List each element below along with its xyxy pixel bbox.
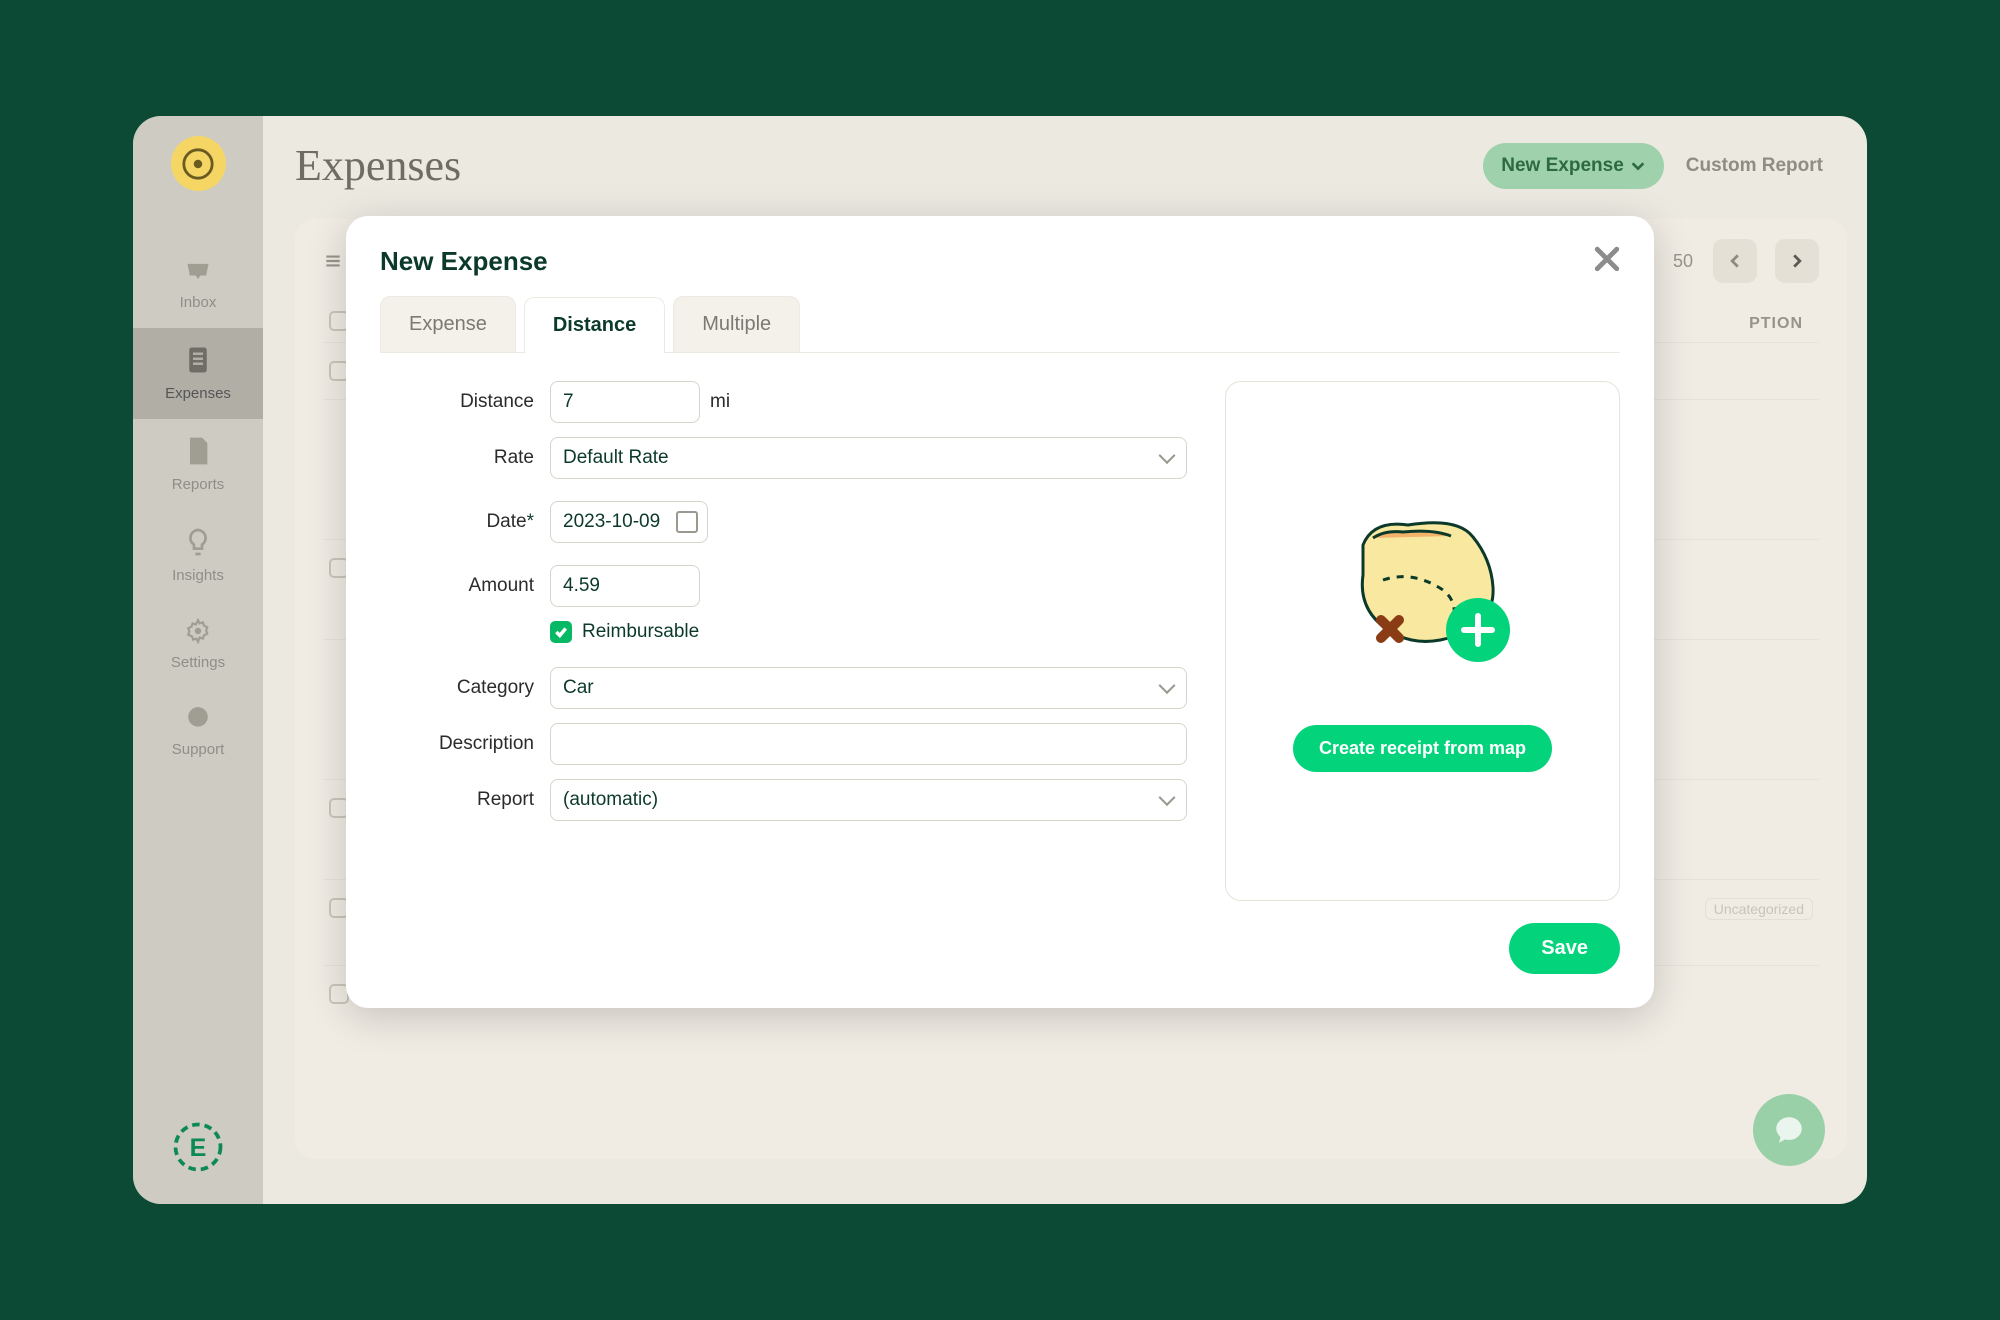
date-label: Date* [380,511,550,533]
amount-input[interactable] [550,565,700,607]
rate-label: Rate [380,447,550,469]
new-expense-modal: New Expense Expense Distance Multiple Di… [346,216,1654,1008]
date-input[interactable] [550,501,708,543]
tab-expense[interactable]: Expense [380,296,516,352]
create-receipt-from-map-button[interactable]: Create receipt from map [1293,725,1552,772]
date-row: Date* [380,501,1187,543]
distance-input[interactable] [550,381,700,423]
reimbursable-checkbox[interactable] [550,621,572,643]
modal-title: New Expense [380,246,548,277]
description-label: Description [380,733,550,755]
app-frame: Inbox Expenses Reports Insights Settings… [133,116,1867,1204]
map-illustration [1333,510,1513,685]
description-row: Description [380,723,1187,765]
form-column: Distance mi Rate Date* [380,381,1187,901]
modal-body: Distance mi Rate Date* [380,381,1620,901]
reimbursable-row: Reimbursable [550,621,1187,643]
category-label: Category [380,677,550,699]
modal-footer: Save [380,923,1620,974]
check-icon [554,625,568,639]
modal-tabs: Expense Distance Multiple [380,296,1620,353]
modal-backdrop: New Expense Expense Distance Multiple Di… [133,116,1867,1204]
report-select[interactable] [550,779,1187,821]
modal-header: New Expense [380,244,1620,278]
rate-select[interactable] [550,437,1187,479]
amount-row: Amount [380,565,1187,607]
reimbursable-label: Reimbursable [582,621,699,643]
date-input-wrap[interactable] [550,501,708,543]
tab-distance[interactable]: Distance [524,297,665,353]
category-row: Category [380,667,1187,709]
description-input[interactable] [550,723,1187,765]
distance-row: Distance mi [380,381,1187,423]
side-column: Create receipt from map [1225,381,1620,901]
category-select[interactable] [550,667,1187,709]
modal-close-button[interactable] [1594,244,1620,278]
rate-row: Rate [380,437,1187,479]
tab-multiple[interactable]: Multiple [673,296,800,352]
close-icon [1594,246,1620,272]
report-label: Report [380,789,550,811]
amount-label: Amount [380,575,550,597]
distance-unit: mi [710,391,730,413]
report-row: Report [380,779,1187,821]
map-card: Create receipt from map [1225,381,1620,901]
save-button[interactable]: Save [1509,923,1620,974]
distance-label: Distance [380,391,550,413]
